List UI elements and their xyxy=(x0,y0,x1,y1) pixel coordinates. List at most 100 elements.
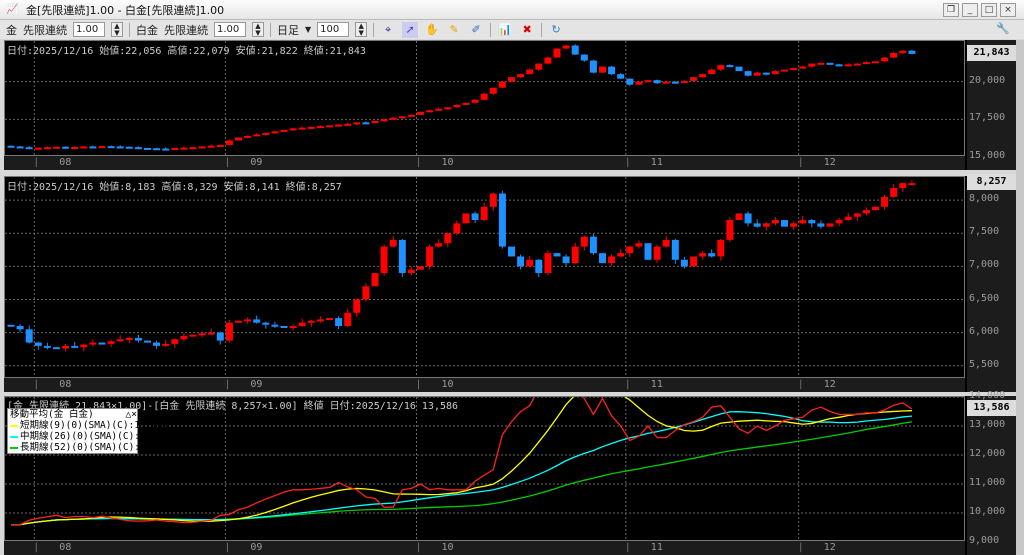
candle-down xyxy=(835,64,843,67)
pointer-tool-icon[interactable]: ➚ xyxy=(402,21,419,38)
candle-down xyxy=(735,66,743,72)
crosshair-tool-icon[interactable]: ⌖ xyxy=(380,22,396,38)
candle-up xyxy=(635,81,643,85)
candle-up xyxy=(107,341,115,344)
candle-up xyxy=(817,62,825,65)
y-tick-label: 8,000 xyxy=(969,193,1000,205)
legend-label: 短期線(9)(0)(SMA)(C):13,701 xyxy=(20,420,169,431)
candle-up xyxy=(480,93,488,100)
title-bar: 📈 金[先限連続]1.00 - 白金[先限連続]1.00 ❐ _ □ × xyxy=(0,0,1024,20)
candle-down xyxy=(53,347,60,350)
minimize-button[interactable]: _ xyxy=(962,3,978,17)
candle-up xyxy=(362,286,370,300)
candle-up xyxy=(662,239,670,247)
candle-up xyxy=(316,319,324,322)
gold-plot[interactable]: 日付:2025/12/16 始値:22,056 高値:22,079 安値:21,… xyxy=(4,40,965,156)
last-value-box: 21,843 xyxy=(967,44,1016,61)
gold-price-axis: 20,000 17,500 15,000 21,843 xyxy=(967,40,1016,170)
legend-close-icon[interactable]: △× xyxy=(126,409,137,420)
month-label: 10 xyxy=(441,379,454,390)
y-tick-label: 9,000 xyxy=(969,535,1000,546)
candle-down xyxy=(262,322,270,325)
period-select[interactable]: 日足 xyxy=(277,22,299,38)
settings-wrench-icon[interactable]: 🔧 xyxy=(996,22,1010,35)
candle-up xyxy=(489,87,497,94)
swatch xyxy=(10,435,18,438)
symbol1-label: 金 xyxy=(6,23,17,37)
candle-up xyxy=(799,220,807,224)
candle-up xyxy=(253,134,261,137)
bar-count-spinner[interactable]: ▲ ▼ xyxy=(355,22,368,37)
y-tick-label: 6,500 xyxy=(969,292,1000,304)
candle-up xyxy=(98,146,106,149)
candle-up xyxy=(662,81,670,84)
candle-down xyxy=(671,239,679,260)
candle-up xyxy=(544,57,552,64)
candle-up xyxy=(444,107,452,110)
maximize-button[interactable]: □ xyxy=(981,3,997,17)
candle-up xyxy=(280,129,288,132)
candle-up xyxy=(53,146,60,149)
candle-up xyxy=(198,146,206,149)
close-button[interactable]: × xyxy=(1000,3,1016,17)
candle-up xyxy=(626,246,634,254)
candle-up xyxy=(799,66,807,69)
candle-down xyxy=(680,259,688,267)
platinum-price-axis: 8,000 7,500 7,000 6,500 6,000 5,500 8,257 xyxy=(967,174,1016,392)
candle-up xyxy=(517,74,525,78)
restore-window-icon[interactable]: ❐ xyxy=(943,3,959,17)
hand-tool-icon[interactable]: ✋ xyxy=(424,22,440,38)
platinum-price-panel: 日付:2025/12/16 始値:8,183 高値:8,329 安値:8,141… xyxy=(4,174,1016,392)
multiplier2-input[interactable]: 1.00 xyxy=(214,22,246,37)
candle-down xyxy=(753,223,761,227)
chart-type-icon[interactable]: 📊 xyxy=(497,22,513,38)
toolbar: 金 先限連続 1.00 ▲ ▼ 白金 先限連続 1.00 ▲ ▼ 日足 ▼ 100 ▲ ▼ ⌖… xyxy=(0,20,1024,39)
candle-up xyxy=(717,65,725,70)
month-label: 12 xyxy=(823,379,836,390)
candle-down xyxy=(553,253,561,257)
candle-down xyxy=(644,243,652,260)
candle-down xyxy=(116,146,124,149)
month-label: 11 xyxy=(650,542,663,553)
candle-up xyxy=(344,312,352,327)
divider xyxy=(270,22,271,37)
candle-up xyxy=(526,259,534,267)
month-label: 09 xyxy=(250,542,263,553)
candle-up xyxy=(680,80,688,83)
candle-up xyxy=(872,61,879,64)
candle-up xyxy=(307,126,315,129)
candle-down xyxy=(43,345,51,348)
refresh-icon[interactable]: ↻ xyxy=(548,22,564,38)
last-value-box: 13,586 xyxy=(967,400,1016,416)
month-label: 12 xyxy=(823,542,836,553)
y-tick-label: 15,000 xyxy=(969,150,1006,161)
candle-up xyxy=(480,206,488,221)
moving-average-legend: 移動平均(金 白金) △× 短期線(9)(0)(SMA)(C):13,701 中期… xyxy=(7,408,174,454)
bar-count-input[interactable]: 100 xyxy=(317,22,350,37)
candle-up xyxy=(872,206,879,211)
candle-down xyxy=(125,146,133,149)
delete-drawings-icon[interactable]: ✖ xyxy=(519,22,535,38)
platinum-plot[interactable]: 日付:2025/12/16 始値:8,183 高値:8,329 安値:8,141… xyxy=(4,176,965,378)
candle-down xyxy=(599,253,606,264)
candle-up xyxy=(562,45,570,49)
candle-up xyxy=(80,146,88,149)
candle-up xyxy=(844,64,852,67)
multiplier2-spinner[interactable]: ▲ ▼ xyxy=(252,22,264,37)
legend-item-long: 長期線(52)(0)(SMA)(C):13,150 xyxy=(8,442,174,453)
candle-up xyxy=(890,188,898,197)
candle-up xyxy=(690,77,697,81)
candle-up xyxy=(344,123,352,126)
divider xyxy=(541,22,543,37)
candle-up xyxy=(407,114,415,117)
multiplier1-spinner[interactable]: ▲ ▼ xyxy=(111,22,123,37)
spread-plot[interactable]: [金 先限連続 21,843×1.00]-[白金 先限連続 8,257×1.00… xyxy=(4,396,965,541)
chevron-down-icon[interactable]: ▼ xyxy=(305,25,311,34)
candle-down xyxy=(16,326,24,330)
draw-line-tool-icon[interactable]: ✐ xyxy=(468,22,484,38)
candle-down xyxy=(826,62,834,65)
multiplier1-input[interactable]: 1.00 xyxy=(73,22,105,37)
pencil-tool-icon[interactable]: ✎ xyxy=(446,22,462,38)
candle-down xyxy=(653,80,661,84)
candle-up xyxy=(535,63,543,70)
